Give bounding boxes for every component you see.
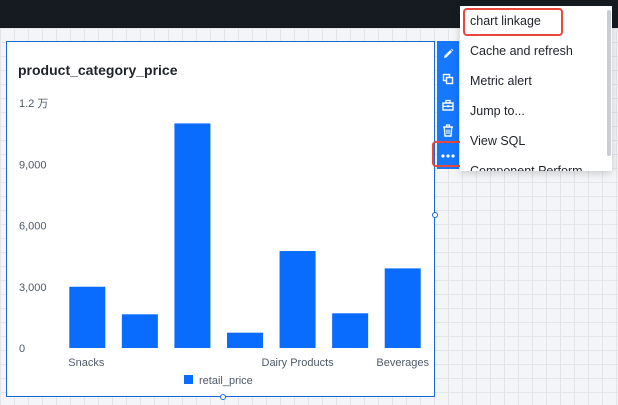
copy-icon bbox=[442, 74, 454, 85]
legend-swatch[interactable] bbox=[184, 375, 193, 384]
y-tick-label-1: 3,000 bbox=[19, 282, 47, 294]
bar-0[interactable] bbox=[69, 286, 106, 348]
toolbox-button[interactable] bbox=[437, 92, 459, 118]
y-tick-label-4: 1.2 万 bbox=[19, 98, 48, 110]
delete-button[interactable] bbox=[437, 118, 459, 144]
menu-item-component-performance[interactable]: Component Perform... bbox=[460, 156, 606, 171]
menu-item-cache-refresh[interactable]: Cache and refresh bbox=[460, 36, 606, 66]
more-menu: chart linkage Cache and refresh Metric a… bbox=[460, 6, 612, 171]
x-tick-label-0: Snacks bbox=[68, 357, 105, 369]
menu-item-chart-linkage[interactable]: chart linkage bbox=[460, 6, 606, 36]
copy-button[interactable] bbox=[437, 67, 459, 93]
edit-button[interactable] bbox=[437, 41, 459, 67]
chart-panel[interactable]: product_category_price 0 3,000 6,000 9,000 1… bbox=[6, 41, 435, 397]
menu-item-view-sql[interactable]: View SQL bbox=[460, 126, 606, 156]
bar-5[interactable] bbox=[332, 313, 369, 348]
bar-chart: 0 3,000 6,000 9,000 1.2 万 Snacks Dairy Product… bbox=[19, 98, 430, 387]
resize-handle-bottom[interactable] bbox=[220, 394, 226, 400]
trash-icon bbox=[443, 124, 453, 137]
pencil-icon bbox=[444, 48, 454, 58]
resize-handle-right[interactable] bbox=[432, 212, 438, 218]
y-tick-label-2: 6,000 bbox=[19, 221, 47, 233]
menu-item-metric-alert[interactable]: Metric alert bbox=[460, 66, 606, 96]
menu-item-jump-to[interactable]: Jump to... bbox=[460, 96, 606, 126]
bar-4[interactable] bbox=[279, 251, 316, 348]
y-tick-label-0: 0 bbox=[19, 343, 25, 355]
bar-3[interactable] bbox=[227, 332, 263, 348]
bar-2[interactable] bbox=[174, 123, 211, 349]
menu-scrollbar[interactable] bbox=[607, 10, 611, 156]
x-tick-label-4: Dairy Products bbox=[262, 357, 335, 369]
bar-6[interactable] bbox=[384, 268, 421, 348]
bar-1[interactable] bbox=[121, 314, 158, 348]
legend-label[interactable]: retail_price bbox=[199, 375, 253, 387]
x-tick-label-6: Beverages bbox=[376, 357, 429, 369]
toolbox-icon bbox=[442, 99, 454, 111]
y-tick-label-3: 9,000 bbox=[19, 159, 47, 171]
